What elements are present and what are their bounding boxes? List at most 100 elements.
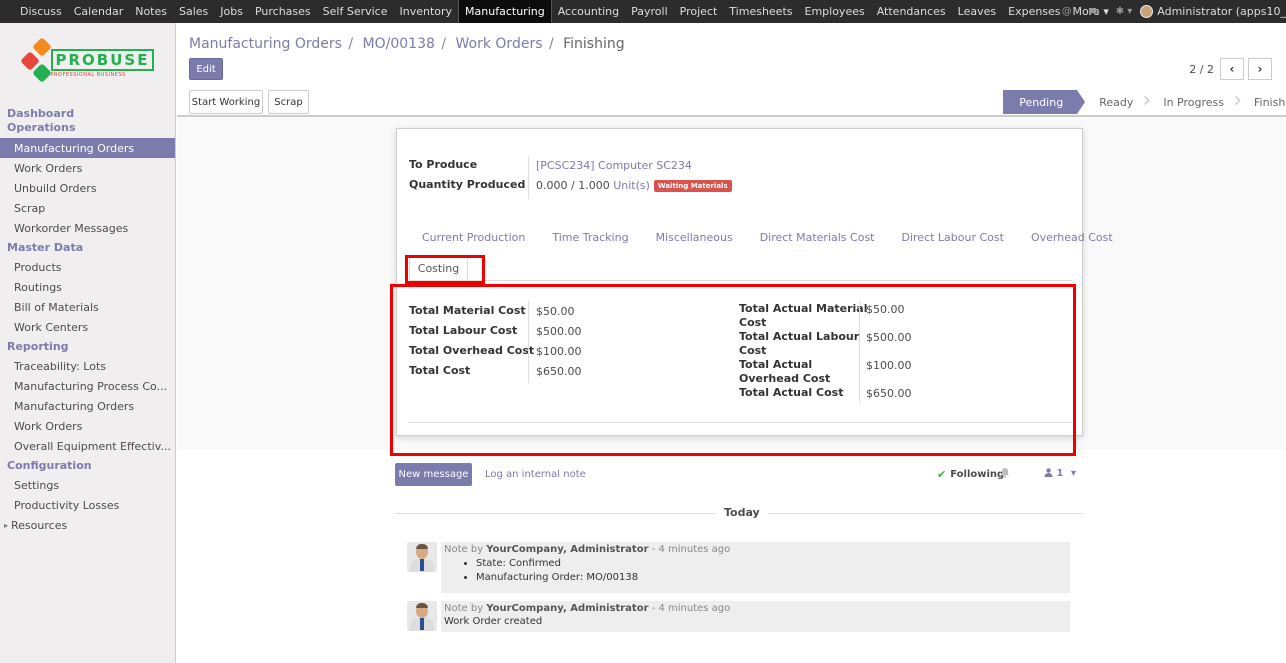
breadcrumb-manufacturing-orders[interactable]: Manufacturing Orders (189, 36, 342, 52)
new-message-button[interactable]: New message (395, 463, 472, 486)
scrap-button[interactable]: Scrap (268, 90, 309, 114)
sidebar-item-resources[interactable]: ▸ Resources (0, 515, 175, 535)
check-icon: ✔ (937, 468, 947, 481)
following-button[interactable]: ✔ Following (937, 468, 1004, 481)
stage-finished-label: Finished (1254, 95, 1286, 109)
pager-value[interactable]: 2 / 2 (1189, 63, 1214, 76)
breadcrumb-work-orders[interactable]: Work Orders (456, 36, 543, 52)
message-body: Work Order created (444, 616, 543, 627)
stage-in-progress-label: In Progress (1163, 95, 1224, 109)
section-configuration: Configuration (7, 459, 92, 472)
sidebar-item-workorder-messages[interactable]: Workorder Messages (0, 218, 175, 238)
form-statusbar: Start Working Scrap Pending Ready › In Pr… (177, 88, 1286, 116)
tab-time-tracking[interactable]: Time Tracking (552, 231, 628, 244)
followers-count: 1 (1056, 468, 1064, 479)
following-label: Following (950, 469, 1005, 480)
start-working-button[interactable]: Start Working (189, 90, 263, 114)
log-note-button[interactable]: Log an internal note (485, 469, 586, 480)
date-separator: Today (716, 506, 768, 519)
menu-calendar[interactable]: Calendar (68, 0, 129, 23)
menu-attendances[interactable]: Attendances (871, 0, 952, 23)
company-logo: PROBUSE PROFESSIONAL BUSINESS (0, 23, 175, 103)
menu-project[interactable]: Project (674, 0, 724, 23)
logo-hexagons-icon (19, 34, 52, 92)
tab-overhead-cost[interactable]: Overhead Cost (1031, 231, 1113, 244)
menu-timesheets[interactable]: Timesheets (723, 0, 798, 23)
sidebar-item-oee[interactable]: Overall Equipment Effectiv... (0, 436, 175, 456)
menu-discuss[interactable]: Discuss (14, 0, 68, 23)
previous-icon[interactable]: ‹ (1220, 58, 1244, 80)
message-header: Note by YourCompany, Administrator - 4 m… (444, 603, 731, 614)
quantity-produced-value: 0.000 / 1.000 Unit(s) Waiting Materials (536, 179, 732, 192)
message-item: Note by YourCompany, Administrator - 4 m… (441, 542, 1070, 593)
sidebar-item-manufacturing-process[interactable]: Manufacturing Process Co... (0, 376, 175, 396)
bell-icon[interactable] (1000, 467, 1010, 481)
highlight-costing-tab (405, 255, 485, 284)
user-name: Administrator (apps10_ (1157, 5, 1286, 18)
at-icon[interactable]: @ (1062, 6, 1072, 17)
tab-current-production[interactable]: Current Production (422, 231, 525, 244)
qty-done: 0.000 (536, 179, 568, 192)
stage-finished[interactable]: Finished (1238, 90, 1286, 114)
caret-right-icon: ▸ (4, 520, 9, 530)
sidebar-item-productivity-losses[interactable]: Productivity Losses (0, 495, 175, 515)
uom-link[interactable]: Unit(s) (613, 179, 650, 192)
menu-notes[interactable]: Notes (129, 0, 173, 23)
menu-employees[interactable]: Employees (799, 0, 871, 23)
message-author[interactable]: YourCompany, Administrator (486, 603, 648, 614)
menu-purchases[interactable]: Purchases (249, 0, 317, 23)
edit-button[interactable]: Edit (189, 58, 223, 80)
sidebar-item-work-orders[interactable]: Work Orders (0, 158, 175, 178)
followers-button[interactable]: 1 ▾ (1044, 468, 1076, 479)
breadcrumb-mo[interactable]: MO/00138 (363, 36, 435, 52)
stage-ready[interactable]: Ready › (1077, 90, 1151, 114)
stage-in-progress[interactable]: In Progress › (1147, 90, 1242, 114)
product-link[interactable]: [PCSC234] Computer SC234 (536, 159, 692, 172)
notebook-tabs: Current Production Time Tracking Miscell… (409, 231, 1140, 244)
menu-leaves[interactable]: Leaves (952, 0, 1002, 23)
sidebar-item-report-work-orders[interactable]: Work Orders (0, 416, 175, 436)
menu-jobs[interactable]: Jobs (214, 0, 249, 23)
tab-direct-materials-cost[interactable]: Direct Materials Cost (760, 231, 875, 244)
author-avatar[interactable] (407, 601, 437, 631)
stage-pending[interactable]: Pending (1003, 90, 1086, 114)
menu-payroll[interactable]: Payroll (625, 0, 674, 23)
breadcrumb: Manufacturing Orders / MO/00138 / Work O… (189, 36, 625, 52)
sidebar-item-report-manufacturing-orders[interactable]: Manufacturing Orders (0, 396, 175, 416)
message-author[interactable]: YourCompany, Administrator (486, 544, 648, 555)
menu-inventory[interactable]: Inventory (394, 0, 459, 23)
sidebar-item-scrap[interactable]: Scrap (0, 198, 175, 218)
sidebar-item-routings[interactable]: Routings (0, 277, 175, 297)
user-menu[interactable]: Administrator (apps10_ (1140, 5, 1286, 18)
stage-ready-label: Ready (1099, 95, 1134, 109)
tab-direct-labour-cost[interactable]: Direct Labour Cost (902, 231, 1004, 244)
avatar (1140, 5, 1154, 18)
chevron-right-icon: › (1142, 88, 1152, 113)
qty-total: 1.000 (578, 179, 610, 192)
message-time: - 4 minutes ago (648, 603, 731, 614)
sidebar-item-bill-of-materials[interactable]: Bill of Materials (0, 297, 175, 317)
sidebar-item-settings[interactable]: Settings (0, 475, 175, 495)
menu-self-service[interactable]: Self Service (317, 0, 394, 23)
menu-sales[interactable]: Sales (173, 0, 214, 23)
app-menu: Discuss Calendar Notes Sales Jobs Purcha… (0, 0, 1115, 23)
sidebar-item-unbuild-orders[interactable]: Unbuild Orders (0, 178, 175, 198)
message-header: Note by YourCompany, Administrator - 4 m… (444, 544, 731, 555)
logo-title: PROBUSE (50, 48, 155, 71)
author-avatar[interactable] (407, 542, 437, 572)
sidebar-item-work-centers[interactable]: Work Centers (0, 317, 175, 337)
sidebar-item-resources-label: Resources (11, 518, 68, 532)
systray: @ ✱ ▾ Administrator (apps10_ (1054, 0, 1286, 23)
sidebar-item-traceability-lots[interactable]: Traceability: Lots (0, 356, 175, 376)
section-reporting: Reporting (7, 340, 69, 353)
menu-accounting[interactable]: Accounting (552, 0, 625, 23)
tab-miscellaneous[interactable]: Miscellaneous (656, 231, 733, 244)
sidebar-item-manufacturing-orders[interactable]: Manufacturing Orders (0, 138, 175, 158)
next-icon[interactable]: › (1248, 58, 1272, 80)
menu-manufacturing[interactable]: Manufacturing (458, 0, 552, 23)
bug-icon[interactable]: ✱ ▾ (1116, 6, 1133, 17)
sidebar-item-products[interactable]: Products (0, 257, 175, 277)
chevron-right-icon: › (1233, 88, 1242, 113)
pager: 2 / 2 ‹ › (1189, 58, 1272, 80)
chat-icon[interactable] (1088, 7, 1100, 17)
